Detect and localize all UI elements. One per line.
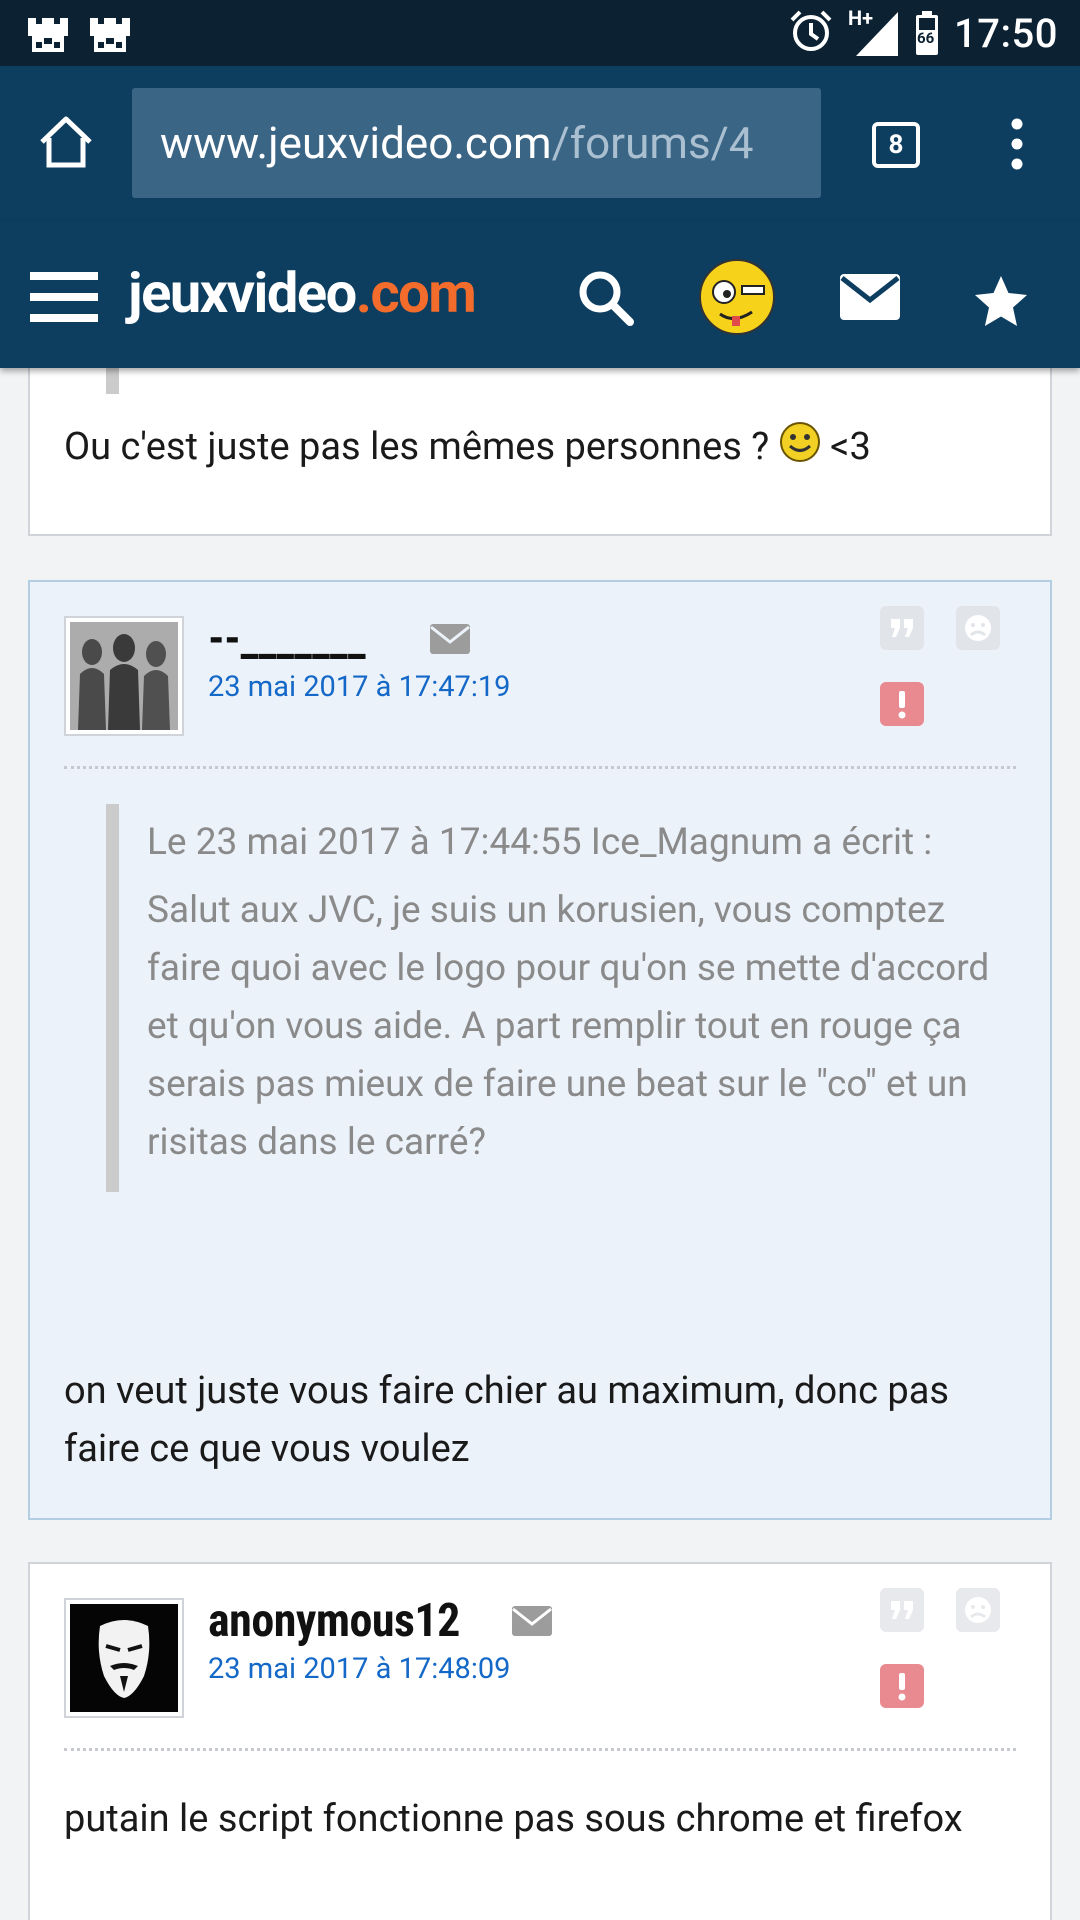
url-path: /forums/4 [551,117,754,169]
quote-body: Salut aux JVC, je suis un korusien, vous… [147,889,990,1164]
overflow-menu-icon[interactable] [1000,114,1034,174]
post-body: Ou c'est juste pas les mêmes personnes ?… [64,418,1016,480]
signal-icon: H+ [848,6,900,58]
post-header-divider [64,1748,1016,1751]
logo-main-text: jeuxvideo [128,260,357,326]
search-icon[interactable] [576,268,636,328]
private-message-icon[interactable] [430,624,470,654]
post-date-link[interactable]: 23 mai 2017 à 17:47:19 [208,670,510,704]
address-bar[interactable]: www.jeuxvideo.com/forums/4 [132,88,821,198]
hamburger-menu-icon[interactable] [30,270,98,324]
forum-post: anonymous12 23 mai 2017 à 17:48:09 putai… [28,1562,1052,1920]
user-avatar-smiley-icon[interactable] [698,258,776,336]
alarm-icon [788,8,834,58]
site-header: jeuxvideo.com [0,222,1080,368]
quote-header: Le 23 mai 2017 à 17:44:55 Ice_Magnum a é… [147,821,933,864]
author-name[interactable]: --_______ [208,612,366,666]
post-date-link[interactable]: 23 mai 2017 à 17:48:09 [208,1652,510,1686]
post-header-divider [64,766,1016,769]
logo-suffix-text: .com [355,260,477,326]
post-text: Ou c'est juste pas les mêmes personnes ? [64,425,770,469]
battery-icon: 66 [914,11,940,55]
post-text-suffix: <3 [830,425,871,469]
notification-castle-icon [88,12,132,58]
forum-topic-content: Ou c'est juste pas les mêmes personnes ?… [0,368,1080,1920]
post-body: putain le script fonctionne pas sous chr… [64,1797,963,1841]
avatar[interactable] [64,616,184,736]
smiley-icon [779,421,821,480]
clock: 17:50 [954,9,1058,57]
quote-icon[interactable] [880,1588,924,1632]
author-name[interactable]: anonymous12 [208,1594,460,1648]
status-bar: H+ 66 17:50 [0,0,1080,66]
avatar[interactable] [64,1598,184,1718]
quote-icon[interactable] [880,606,924,650]
favorites-star-icon[interactable] [973,274,1029,328]
private-message-icon[interactable] [512,1606,552,1636]
notification-castle-icon [26,12,70,58]
forum-post: --_______ 23 mai 2017 à 17:47:19 Le 23 m… [28,580,1052,1520]
report-alert-icon[interactable] [880,1664,924,1708]
quoted-message: Le 23 mai 2017 à 17:44:55 Ice_Magnum a é… [106,804,1000,1192]
site-logo[interactable]: jeuxvideo.com [128,260,477,326]
url-host: www.jeuxvideo.com [160,117,552,169]
sad-face-icon[interactable] [956,606,1000,650]
tab-count: 8 [888,130,904,160]
post-body: on veut juste vous faire chier au maximu… [64,1369,950,1471]
browser-toolbar: www.jeuxvideo.com/forums/4 8 [0,66,1080,222]
report-alert-icon[interactable] [880,682,924,726]
quote-bar-remnant [106,368,119,394]
forum-post: Ou c'est juste pas les mêmes personnes ?… [28,368,1052,536]
sad-face-icon[interactable] [956,1588,1000,1632]
home-icon[interactable] [36,112,96,172]
tab-switcher-button[interactable]: 8 [872,122,920,168]
battery-level: 66 [917,29,935,47]
mail-icon[interactable] [840,274,900,320]
